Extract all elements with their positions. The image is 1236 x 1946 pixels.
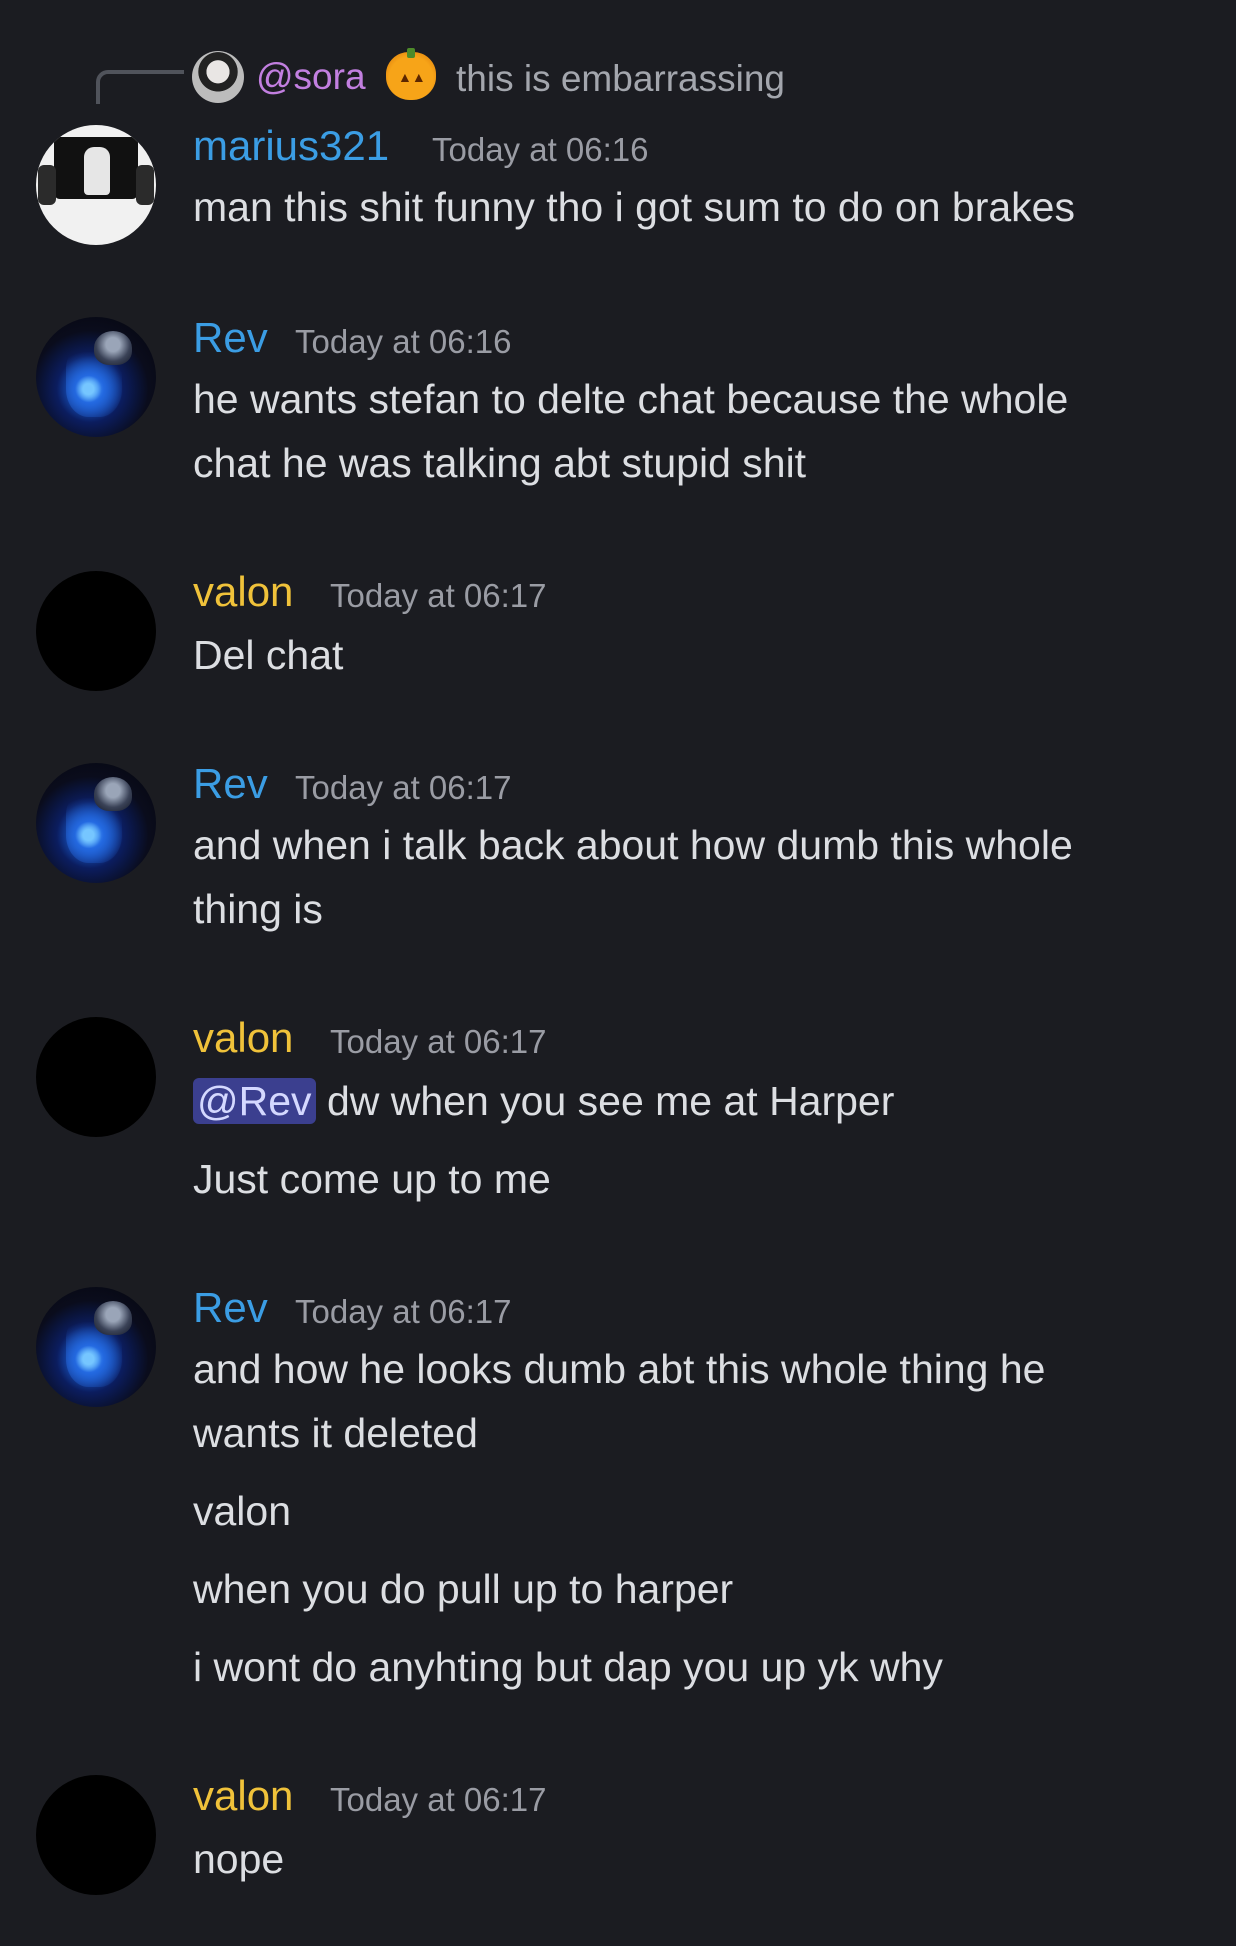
message-text: nope <box>193 1836 285 1882</box>
message-text-fragment: dw when you see me at Harper <box>315 1078 895 1124</box>
avatar[interactable] <box>36 1775 156 1895</box>
avatar[interactable] <box>36 125 156 245</box>
message-text: he wants stefan to delte chat because th… <box>193 376 1069 422</box>
message-text: wants it deleted <box>193 1410 478 1456</box>
avatar[interactable] <box>36 763 156 883</box>
message-text: Del chat <box>193 632 344 678</box>
message-timestamp: Today at 06:17 <box>330 1781 547 1818</box>
message-text: chat he was talking abt stupid shit <box>193 440 807 486</box>
message-text: man this shit funny tho i got sum to do … <box>193 184 1075 230</box>
message-author[interactable]: Rev <box>193 1284 268 1332</box>
message-text: and when i talk back about how dumb this… <box>193 822 1073 868</box>
avatar[interactable] <box>36 571 156 691</box>
message-author[interactable]: Rev <box>193 760 268 808</box>
message-timestamp: Today at 06:17 <box>295 1293 512 1330</box>
message-timestamp: Today at 06:17 <box>295 769 512 806</box>
message-timestamp: Today at 06:16 <box>295 323 512 360</box>
reply-avatar[interactable] <box>192 51 244 103</box>
message-author[interactable]: valon <box>193 1014 293 1062</box>
message-timestamp: Today at 06:16 <box>432 131 649 168</box>
message-author[interactable]: marius321 <box>193 122 389 170</box>
message-author[interactable]: Rev <box>193 314 268 362</box>
message-timestamp: Today at 06:17 <box>330 577 547 614</box>
avatar[interactable] <box>36 317 156 437</box>
message-timestamp: Today at 06:17 <box>330 1023 547 1060</box>
message-author[interactable]: valon <box>193 568 293 616</box>
reply-text[interactable]: this is embarrassing <box>456 58 785 100</box>
reply-username[interactable]: @sora <box>256 56 366 98</box>
message-text: @Rev dw when you see me at Harper <box>193 1078 894 1125</box>
message-text: thing is <box>193 886 323 932</box>
message-author[interactable]: valon <box>193 1772 293 1820</box>
user-mention[interactable]: @Rev <box>193 1078 316 1124</box>
reply-connector-line <box>96 70 184 104</box>
pumpkin-emoji-icon: ▲▲ <box>386 48 436 100</box>
chat-message-list: @sora ▲▲ this is embarrassing marius321 … <box>0 0 1236 1946</box>
message-text: i wont do anyhting but dap you up yk why <box>193 1644 943 1690</box>
message-text: Just come up to me <box>193 1156 551 1202</box>
avatar[interactable] <box>36 1287 156 1407</box>
message-text: when you do pull up to harper <box>193 1566 734 1612</box>
message-text: valon <box>193 1488 292 1534</box>
message-text: and how he looks dumb abt this whole thi… <box>193 1346 1046 1392</box>
avatar[interactable] <box>36 1017 156 1137</box>
